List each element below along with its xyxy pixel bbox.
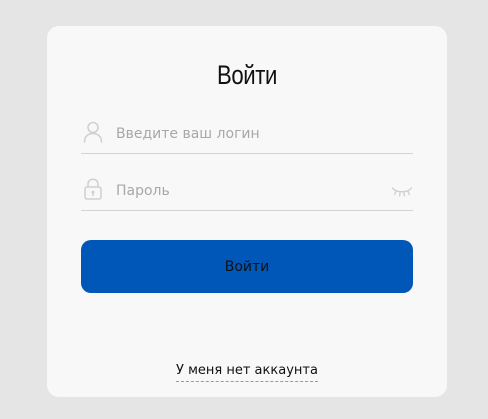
login-field: [81, 117, 413, 154]
user-icon: [83, 121, 103, 143]
lock-icon: [83, 178, 103, 200]
eye-closed-icon[interactable]: [391, 184, 413, 198]
signup-link-wrapper: У меня нет аккаунта: [47, 359, 447, 382]
signup-link[interactable]: У меня нет аккаунта: [176, 363, 318, 382]
password-field: [81, 174, 413, 211]
login-card: Войти Введите ваш логин Войти У меня нет…: [47, 26, 447, 397]
password-input[interactable]: [116, 174, 386, 208]
login-input[interactable]: [116, 117, 386, 151]
page-title: Войти: [217, 60, 277, 90]
login-button[interactable]: Войти: [81, 240, 413, 293]
